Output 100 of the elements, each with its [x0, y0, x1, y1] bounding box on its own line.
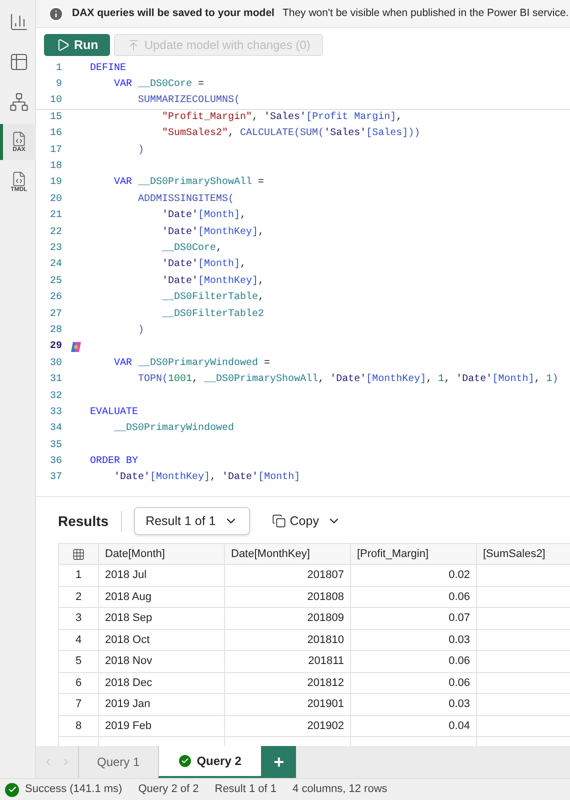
- table-cell: 2018 Oct: [98, 629, 224, 651]
- column-header[interactable]: Date[Month]: [98, 544, 224, 565]
- row-number: 2: [58, 586, 98, 608]
- copy-icon: [272, 514, 286, 528]
- code-line: "SumSales2", CALCULATE(SUM('Sales'[Sales])): [161, 126, 420, 142]
- table-cell: 0.07: [350, 608, 476, 630]
- document-icon: [11, 131, 27, 147]
- table-icon: [9, 52, 29, 72]
- status-item: 4 columns, 12 rows: [292, 782, 388, 798]
- table-cell: 0.06: [350, 586, 476, 608]
- line-number: 25: [48, 274, 62, 289]
- row-number: 3: [58, 608, 98, 630]
- code-line: 'Date'[Month],: [161, 208, 246, 224]
- grid-icon: [72, 548, 85, 561]
- line-number: 21: [48, 209, 62, 224]
- table-cell: 0.03: [350, 629, 476, 651]
- result-picker[interactable]: Result 1 of 1: [134, 507, 250, 536]
- results-title: Results: [58, 510, 122, 532]
- table-cell: 0.02: [350, 564, 476, 586]
- row-number: 7: [58, 694, 98, 716]
- table-cell: 201902: [224, 715, 350, 737]
- code-line: DEFINE: [90, 62, 126, 76]
- table-cell: 201809: [224, 608, 350, 630]
- line-number: 1: [54, 62, 62, 76]
- row-number: 4: [58, 629, 98, 651]
- code-line: ): [137, 324, 144, 338]
- line-number: 23: [48, 242, 62, 256]
- line-number: 32: [48, 390, 62, 404]
- table-cell: 2018 Sep: [98, 608, 224, 630]
- query-tab[interactable]: Query 2: [158, 746, 262, 778]
- line-number: 31: [48, 373, 62, 388]
- code-line: SUMMARIZECOLUMNS(: [137, 94, 240, 108]
- table-cell: 201807: [224, 564, 350, 586]
- line-number: 15: [48, 111, 62, 126]
- line-number: 10: [48, 94, 62, 108]
- upload-icon: [127, 38, 140, 52]
- row-number: 1: [58, 564, 98, 586]
- line-number: 36: [48, 455, 62, 470]
- copilot-icon[interactable]: [70, 340, 82, 353]
- code-line: ORDER BY: [90, 455, 138, 470]
- run-button[interactable]: Run: [44, 34, 110, 56]
- banner-message: They won't be visible when published in the Power BI service.: [282, 6, 569, 21]
- line-number: 30: [48, 356, 62, 371]
- line-number: 37: [48, 471, 62, 486]
- column-header[interactable]: Date[MonthKey]: [224, 544, 350, 565]
- code-line: ADDMISSINGITEMS(: [137, 192, 234, 207]
- info-icon: [48, 6, 64, 22]
- report-icon: [9, 12, 29, 32]
- line-number: 20: [48, 192, 62, 207]
- code-line: VAR __DS0PrimaryWindowed =: [113, 356, 270, 371]
- line-number: 24: [48, 258, 62, 272]
- success-icon: [5, 782, 19, 796]
- copy-button[interactable]: Copy: [262, 507, 351, 536]
- table-cell: 201808: [224, 586, 350, 608]
- table-cell: 201901: [224, 694, 350, 716]
- code-line: "Profit_Margin", 'Sales'[Profit Margin],: [161, 110, 402, 126]
- line-number: 26: [48, 291, 62, 306]
- code-line: VAR __DS0Core =: [113, 78, 204, 92]
- document-icon: [10, 171, 27, 187]
- column-header[interactable]: [Profit_Margin]: [350, 544, 476, 565]
- table-cell: 2019 Feb: [98, 715, 224, 737]
- code-editor[interactable]: [36, 60, 570, 498]
- code-line: VAR __DS0PrimaryShowAll =: [113, 176, 264, 190]
- table-cell: 0.03: [350, 694, 476, 716]
- line-number: 28: [48, 324, 62, 338]
- line-number: 27: [48, 308, 62, 322]
- row-number: 8: [58, 715, 98, 737]
- code-line: __DS0PrimaryWindowed: [113, 422, 234, 436]
- row-number: 6: [58, 672, 98, 694]
- code-line: TOPN(1001, __DS0PrimaryShowAll, 'Date'[MonthKey], 1, 'Date'[Month], 1): [137, 372, 558, 388]
- model-icon: [9, 92, 29, 112]
- play-icon: [56, 38, 70, 52]
- code-line: 'Date'[MonthKey],: [161, 274, 264, 289]
- status-item: Query 2 of 2: [138, 782, 199, 798]
- line-number: 34: [48, 422, 62, 436]
- status-item: Result 1 of 1: [214, 782, 277, 798]
- line-number: 29: [48, 340, 62, 354]
- table-cell: 2018 Jul: [98, 564, 224, 586]
- table-cell: 201812: [224, 672, 350, 694]
- table-cell: 0.04: [350, 715, 476, 737]
- success-icon: [178, 755, 191, 767]
- table-cell: 0.06: [350, 650, 476, 672]
- table-cell: 0.06: [350, 672, 476, 694]
- line-number: 16: [48, 127, 62, 142]
- code-line: ): [137, 144, 144, 158]
- line-number: 19: [48, 176, 62, 190]
- new-query-button[interactable]: +: [261, 746, 296, 778]
- line-number: 22: [48, 226, 62, 240]
- code-line: 'Date'[MonthKey], 'Date'[Month]: [113, 470, 300, 486]
- code-line: 'Date'[Month],: [161, 258, 246, 272]
- table-cell: 201811: [224, 650, 350, 672]
- line-number: 17: [48, 144, 62, 158]
- code-line: __DS0FilterTable,: [161, 290, 264, 306]
- table-cell: 201810: [224, 629, 350, 651]
- code-line: __DS0FilterTable2: [161, 308, 264, 322]
- code-line: __DS0Core,: [161, 242, 222, 256]
- banner-title: DAX queries will be saved to your model: [72, 6, 274, 21]
- table-cell: 2018 Aug: [98, 586, 224, 608]
- line-number: 18: [48, 160, 62, 174]
- column-header[interactable]: [SumSales2]: [476, 544, 570, 565]
